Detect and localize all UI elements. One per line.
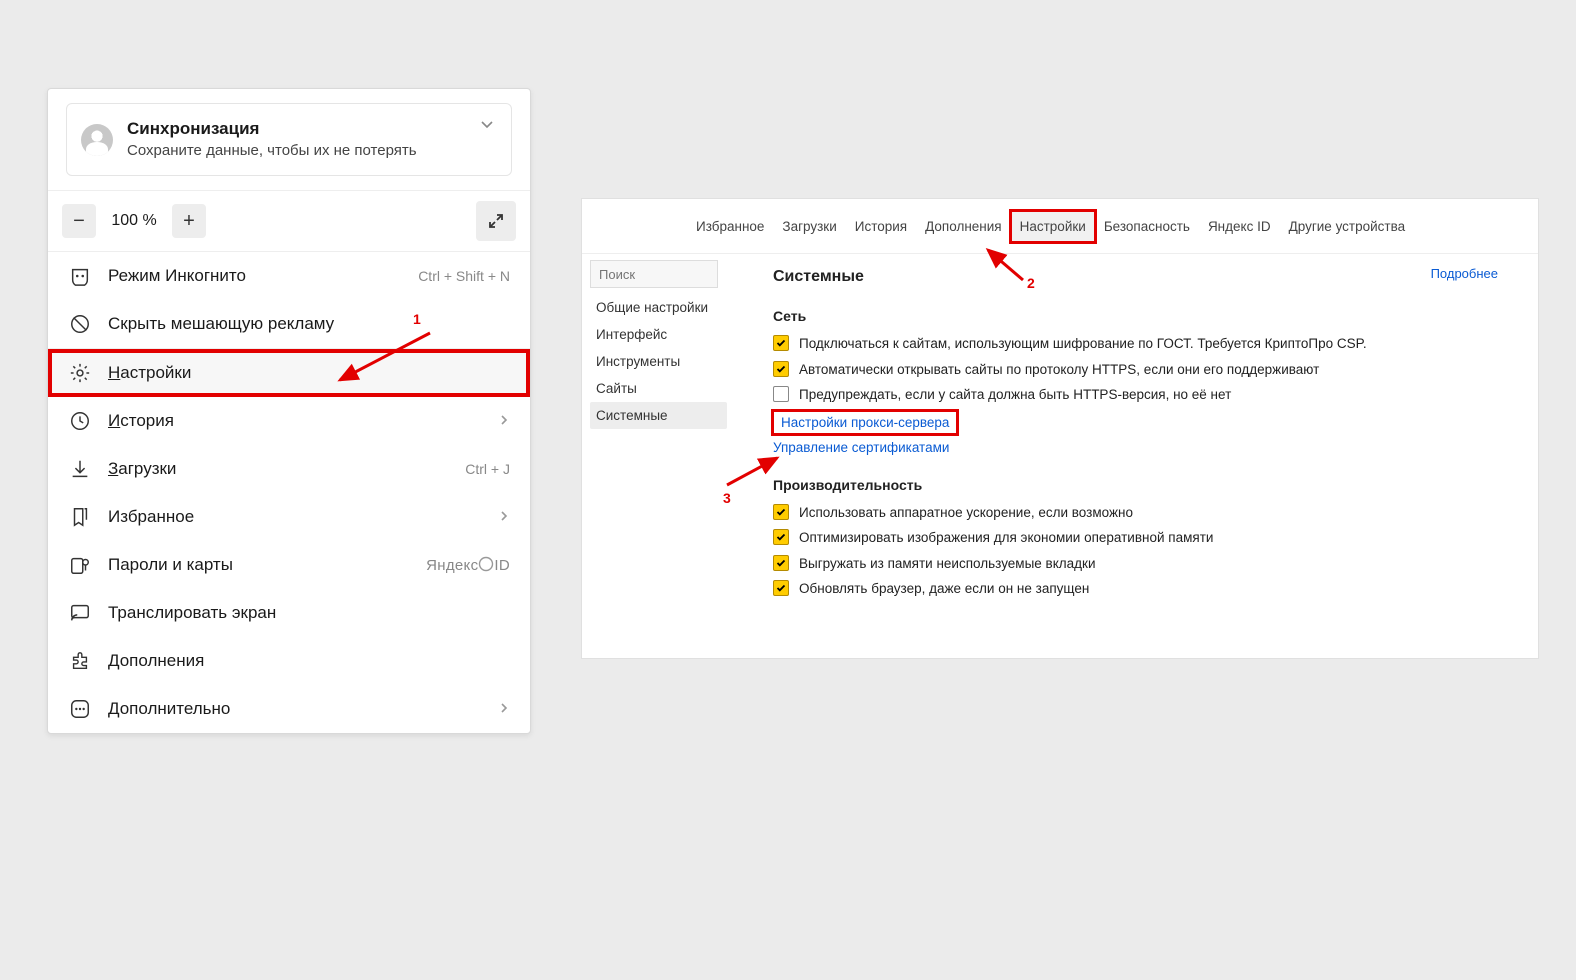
settings-search-input[interactable] <box>590 260 718 288</box>
zoom-in-button[interactable]: + <box>172 204 206 238</box>
check-label: Оптимизировать изображения для экономии … <box>799 528 1213 548</box>
cast-icon <box>68 601 92 625</box>
settings-content: Системные Подробнее Сеть Подключаться к … <box>727 254 1538 658</box>
check-https-warn[interactable]: Предупреждать, если у сайта должна быть … <box>773 385 1528 405</box>
chevron-right-icon <box>498 411 510 431</box>
check-optimize-images[interactable]: Оптимизировать изображения для экономии … <box>773 528 1528 548</box>
menu-label: Настройки <box>108 363 510 383</box>
tab-other-devices[interactable]: Другие устройства <box>1280 211 1415 242</box>
check-label: Выгружать из памяти неиспользуемые вклад… <box>799 554 1095 574</box>
menu-label: Дополнительно <box>108 699 474 719</box>
check-label: Подключаться к сайтам, использующим шифр… <box>799 334 1367 354</box>
checkbox-icon[interactable] <box>773 504 789 520</box>
menu-label: Режим Инкогнито <box>108 266 402 286</box>
proxy-settings-link[interactable]: Настройки прокси-сервера <box>773 411 957 434</box>
check-label: Предупреждать, если у сайта должна быть … <box>799 385 1231 405</box>
incognito-icon <box>68 264 92 288</box>
menu-item-hide-ads[interactable]: Скрыть мешающую рекламу <box>48 300 530 348</box>
avatar-icon <box>81 124 113 156</box>
menu-label: Дополнения <box>108 651 510 671</box>
menu-item-downloads[interactable]: Загрузки Ctrl + J <box>48 445 530 493</box>
tab-yandex-id[interactable]: Яндекс ID <box>1199 211 1280 242</box>
check-label: Обновлять браузер, даже если он не запущ… <box>799 579 1089 599</box>
tab-history[interactable]: История <box>846 211 916 242</box>
sync-title: Синхронизация <box>127 118 417 141</box>
section-performance-title: Производительность <box>773 477 1528 493</box>
sync-text: Синхронизация Сохраните данные, чтобы их… <box>127 118 417 161</box>
menu-item-history[interactable]: История <box>48 397 530 445</box>
check-gost[interactable]: Подключаться к сайтам, использующим шифр… <box>773 334 1528 354</box>
chevron-right-icon <box>498 699 510 719</box>
fullscreen-button[interactable] <box>476 201 516 241</box>
menu-item-passwords[interactable]: Пароли и карты ЯндексID <box>48 541 530 589</box>
menu-item-bookmarks[interactable]: Избранное <box>48 493 530 541</box>
checkbox-icon[interactable] <box>773 386 789 402</box>
zoom-out-button[interactable]: − <box>62 204 96 238</box>
menu-item-cast[interactable]: Транслировать экран <box>48 589 530 637</box>
menu-label: Загрузки <box>108 459 449 479</box>
check-hw-accel[interactable]: Использовать аппаратное ускорение, если … <box>773 503 1528 523</box>
checkbox-icon[interactable] <box>773 555 789 571</box>
checkbox-icon[interactable] <box>773 580 789 596</box>
more-icon <box>68 697 92 721</box>
page-title: Системные <box>773 268 1528 286</box>
menu-item-incognito[interactable]: Режим Инкогнито Ctrl + Shift + N <box>48 252 530 300</box>
check-label: Автоматически открывать сайты по протоко… <box>799 360 1319 380</box>
proxy-settings-link-row: Настройки прокси-сервера <box>773 411 1528 434</box>
tab-favorites[interactable]: Избранное <box>687 211 773 242</box>
key-card-icon <box>68 553 92 577</box>
gear-icon <box>68 361 92 385</box>
side-item-interface[interactable]: Интерфейс <box>590 321 727 348</box>
chevron-right-icon <box>498 507 510 527</box>
menu-item-more[interactable]: Дополнительно <box>48 685 530 733</box>
menu-shortcut: Ctrl + J <box>465 461 510 477</box>
zoom-level: 100 % <box>108 212 160 230</box>
fullscreen-icon <box>487 212 505 230</box>
cert-management-link-row: Управление сертификатами <box>773 440 1528 455</box>
download-icon <box>68 457 92 481</box>
checkbox-icon[interactable] <box>773 335 789 351</box>
section-network-title: Сеть <box>773 308 1528 324</box>
menu-label: Скрыть мешающую рекламу <box>108 314 510 334</box>
checkbox-icon[interactable] <box>773 361 789 377</box>
chevron-down-icon <box>479 116 495 137</box>
tab-settings[interactable]: Настройки <box>1011 211 1095 242</box>
puzzle-icon <box>68 649 92 673</box>
check-https[interactable]: Автоматически открывать сайты по протоко… <box>773 360 1528 380</box>
menu-item-extensions[interactable]: Дополнения <box>48 637 530 685</box>
side-item-general[interactable]: Общие настройки <box>590 294 727 321</box>
block-icon <box>68 312 92 336</box>
settings-tabs: Избранное Загрузки История Дополнения На… <box>582 199 1538 253</box>
menu-label: История <box>108 411 474 431</box>
tab-security[interactable]: Безопасность <box>1095 211 1199 242</box>
menu-item-settings[interactable]: Настройки <box>48 349 530 397</box>
check-label: Использовать аппаратное ускорение, если … <box>799 503 1133 523</box>
menu-shortcut: Ctrl + Shift + N <box>418 268 510 284</box>
tab-addons[interactable]: Дополнения <box>916 211 1010 242</box>
check-background-update[interactable]: Обновлять браузер, даже если он не запущ… <box>773 579 1528 599</box>
tab-downloads[interactable]: Загрузки <box>773 211 845 242</box>
browser-main-menu: Синхронизация Сохраните данные, чтобы их… <box>47 88 531 734</box>
bookmark-icon <box>68 505 92 529</box>
menu-label: Избранное <box>108 507 474 527</box>
clock-icon <box>68 409 92 433</box>
menu-label: Пароли и карты <box>108 555 410 575</box>
sync-card[interactable]: Синхронизация Сохраните данные, чтобы их… <box>66 103 512 176</box>
side-item-system[interactable]: Системные <box>590 402 727 429</box>
check-unload-tabs[interactable]: Выгружать из памяти неиспользуемые вклад… <box>773 554 1528 574</box>
side-item-tools[interactable]: Инструменты <box>590 348 727 375</box>
cert-management-link[interactable]: Управление сертификатами <box>773 440 949 455</box>
yandex-id-tag: ЯндексID <box>426 556 510 574</box>
more-link[interactable]: Подробнее <box>1431 266 1498 281</box>
settings-window: Избранное Загрузки История Дополнения На… <box>581 198 1539 659</box>
checkbox-icon[interactable] <box>773 529 789 545</box>
zoom-row: − 100 % + <box>48 190 530 251</box>
settings-side-nav: Общие настройки Интерфейс Инструменты Са… <box>582 254 727 658</box>
menu-label: Транслировать экран <box>108 603 510 623</box>
side-item-sites[interactable]: Сайты <box>590 375 727 402</box>
sync-subtitle: Сохраните данные, чтобы их не потерять <box>127 141 417 161</box>
